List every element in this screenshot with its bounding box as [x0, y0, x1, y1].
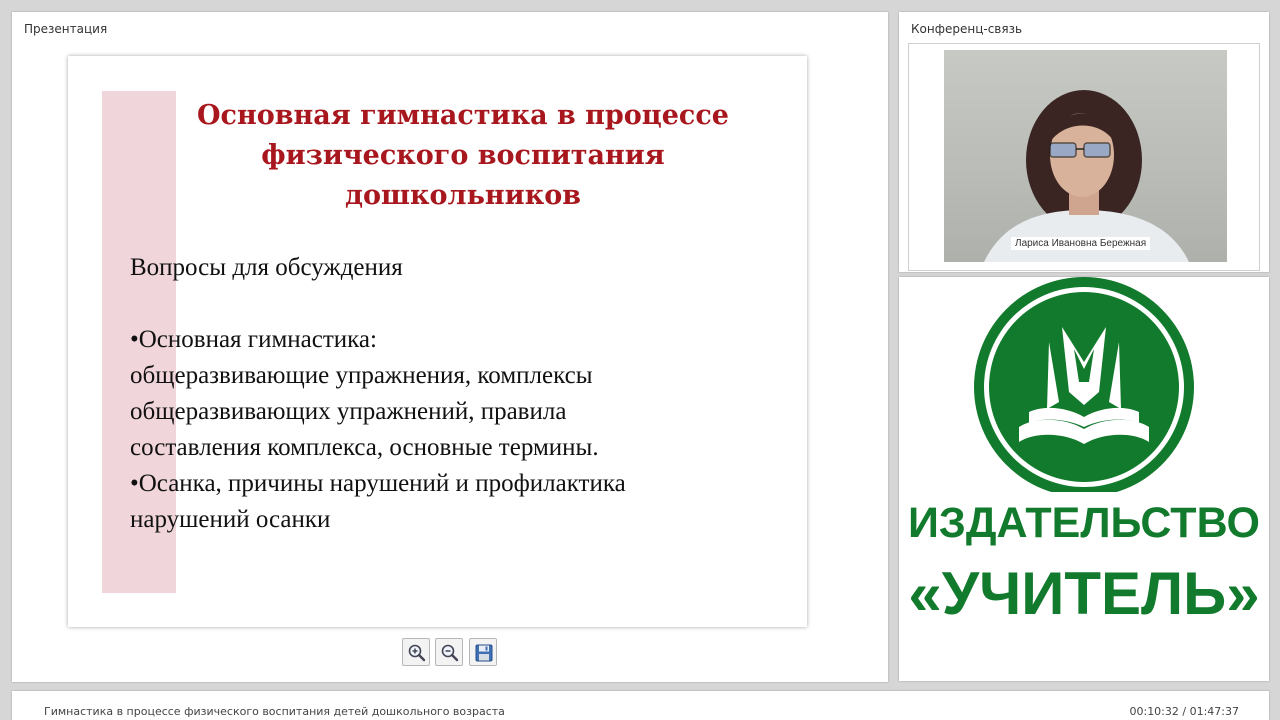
presentation-panel-title: Презентация [24, 22, 108, 36]
slide: Основная гимнастика в процессе физическо… [68, 56, 807, 627]
save-button[interactable] [469, 638, 497, 666]
participant-video[interactable]: Лариса Ивановна Бережная [944, 50, 1227, 262]
video-frame: Лариса Ивановна Бережная [908, 43, 1260, 271]
floppy-disk-icon [475, 644, 493, 662]
zoom-in-icon [408, 644, 426, 662]
conference-panel: Конференц-связь Лариса Ивановна Бережная [899, 12, 1269, 272]
webinar-title: Гимнастика в процессе физического воспит… [44, 705, 505, 718]
footer-bar: Гимнастика в процессе физического воспит… [12, 691, 1269, 720]
presentation-panel: Презентация Основная гимнастика в процес… [12, 12, 888, 682]
slide-toolbar [402, 638, 502, 668]
slide-title: Основная гимнастика в процессе физическо… [197, 100, 729, 211]
publisher-name-line1: ИЗДАТЕЛЬСТВО [907, 499, 1261, 547]
publisher-panel: ИЗДАТЕЛЬСТВО «УЧИТЕЛЬ» [899, 277, 1269, 681]
zoom-out-button[interactable] [435, 638, 463, 666]
slide-bullet-list: •Основная гимнастика: общеразвивающие уп… [130, 322, 790, 538]
publisher-logo-icon [974, 277, 1194, 492]
zoom-in-button[interactable] [402, 638, 430, 666]
publisher-name-line2: «УЧИТЕЛЬ» [908, 560, 1260, 627]
slide-subtitle: Вопросы для обсуждения [130, 254, 403, 281]
slide-bullet: •Основная гимнастика: общеразвивающие уп… [130, 326, 599, 461]
participant-name-label: Лариса Ивановна Бережная [1011, 237, 1151, 250]
participant-figure [984, 90, 1189, 262]
zoom-out-icon [441, 644, 459, 662]
playback-time: 00:10:32 / 01:47:37 [1129, 705, 1239, 718]
conference-panel-title: Конференц-связь [911, 22, 1023, 36]
slide-bullet: •Осанка, причины нарушений и профилактик… [130, 470, 626, 533]
